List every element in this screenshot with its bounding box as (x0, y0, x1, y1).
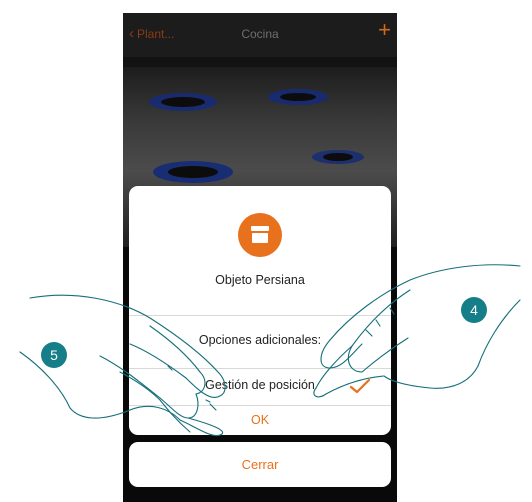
options-title: Opciones adicionales: (198, 333, 322, 347)
divider (129, 315, 391, 316)
step-badge: 4 (461, 297, 487, 323)
check-icon (349, 378, 371, 394)
ok-button[interactable]: OK (129, 405, 391, 435)
page-title: Cocina (241, 27, 279, 41)
add-button[interactable]: + (378, 19, 391, 41)
phone-screen: ‹ Plant... Cocina + Objeto Persiana Opci… (123, 13, 397, 502)
nav-bar: ‹ Plant... Cocina + (123, 13, 397, 57)
object-label: Objeto Persiana (215, 273, 305, 287)
options-dialog: Objeto Persiana Opciones adicionales: Ge… (129, 186, 391, 435)
blind-icon (238, 213, 282, 257)
position-option-row[interactable]: Gestión de posición (129, 369, 391, 405)
step-badge: 5 (41, 342, 67, 368)
close-button[interactable]: Cerrar (129, 442, 391, 487)
